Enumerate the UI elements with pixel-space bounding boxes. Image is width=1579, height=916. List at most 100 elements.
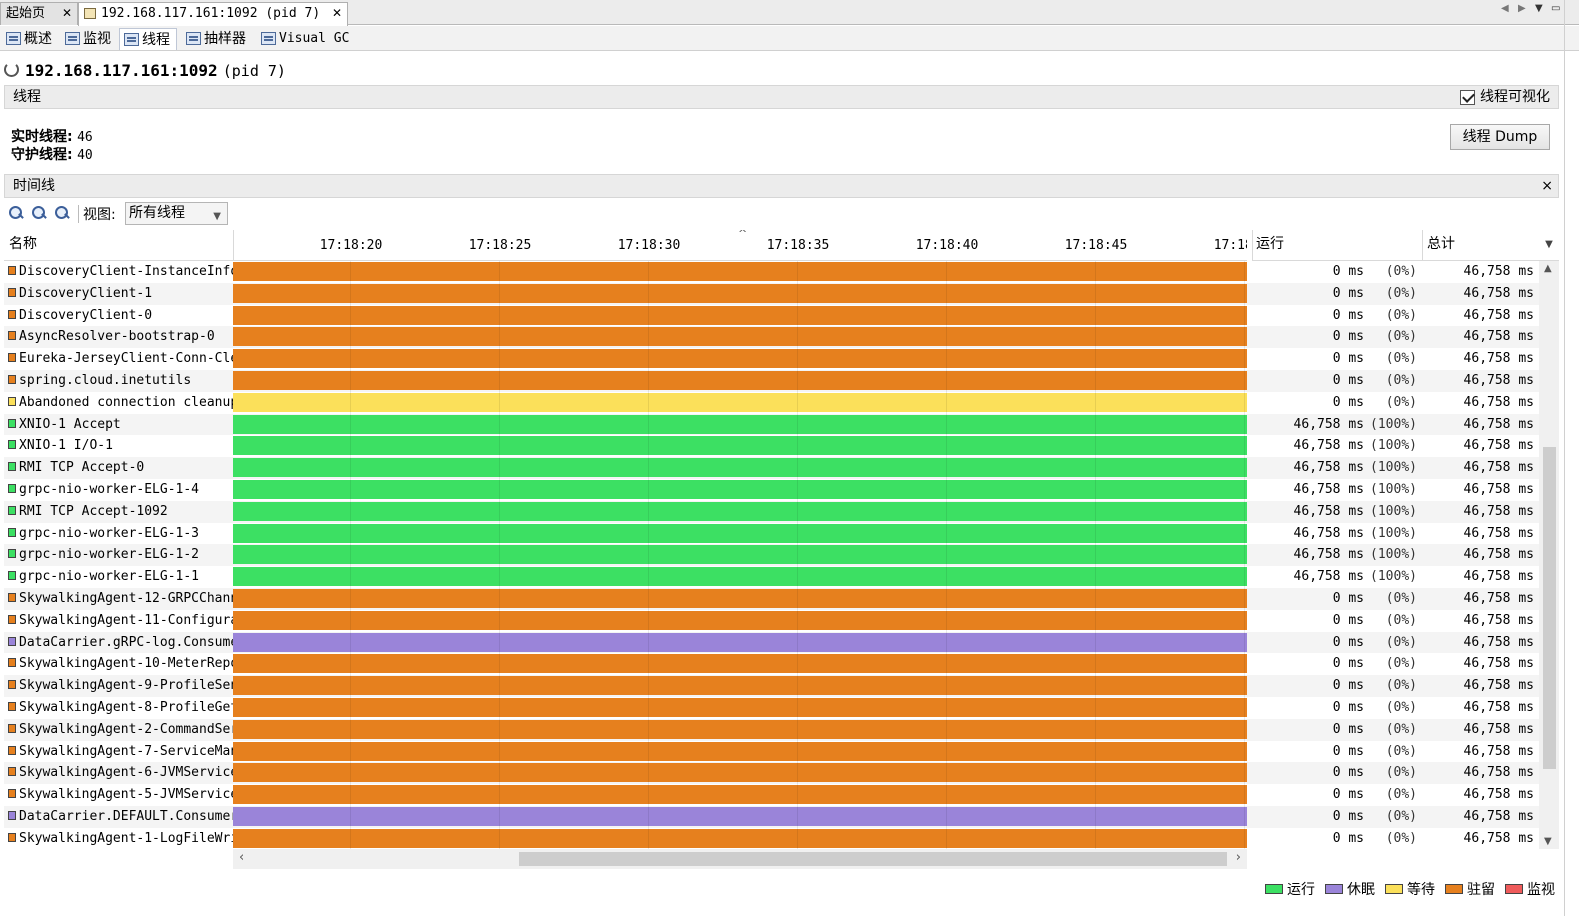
thread-state-icon [8,680,16,690]
thread-name: AsyncResolver-bootstrap-0 [4,326,233,348]
table-row[interactable]: Abandoned connection cleanup thread 0 ms (… [4,392,1539,414]
close-tab-icon[interactable]: ✕ [332,3,342,24]
thread-state-bar [233,436,1247,456]
table-row[interactable]: SkywalkingAgent-6-JVMService-consume 0 ms… [4,762,1539,785]
thread-name: SkywalkingAgent-9-ProfileSender [4,675,233,697]
refresh-spinner-icon [4,62,19,77]
table-row[interactable]: RMI TCP Accept-0 46,758 ms (100%) 46,758 ms [4,457,1539,479]
running-cell: 46,758 ms (100%) [1252,435,1422,457]
table-row[interactable]: SkywalkingAgent-2-CommandService 0 ms (0%)… [4,718,1539,741]
column-header-total[interactable]: 总计 [1422,230,1539,261]
table-row[interactable]: XNIO-1 Accept 46,758 ms (100%) 46,758 ms [4,413,1539,436]
table-row[interactable]: SkywalkingAgent-7-ServiceManagementClien… [4,741,1539,763]
table-row[interactable]: SkywalkingAgent-12-GRPCChannelManager 0 m… [4,588,1539,610]
host-address: 192.168.117.161:1092 [25,61,218,80]
scroll-down-icon[interactable]: ▼ [1544,836,1552,847]
table-row[interactable]: DiscoveryClient-0 0 ms (0%) 46,758 ms [4,305,1539,327]
total-time: 46,758 ms [1463,351,1534,367]
scroll-tabs-left-icon[interactable]: ◀ [1501,3,1509,14]
visualize-threads-checkbox[interactable]: 线程可视化 [1460,88,1550,107]
table-row[interactable]: SkywalkingAgent-11-ConfigurationDiscover… [4,610,1539,632]
table-row[interactable]: Eureka-JerseyClient-Conn-Cleaner 0 ms (0%)… [4,348,1539,370]
thread-state-bar [233,807,1247,826]
thread-name: spring.cloud.inetutils [4,370,233,392]
thread-state-bar [233,392,1247,412]
running-percent: (0%) [1385,264,1417,279]
running-time: 0 ms [1332,634,1364,650]
maximize-window-icon[interactable]: ▭ [1551,3,1560,14]
time-tick-label: 17:18:45 [1064,238,1128,253]
subtab-visual-gc[interactable]: Visual GC [257,28,355,50]
running-percent: (100%) [1370,525,1417,541]
thread-state-bar [233,610,1247,630]
thread-state-icon [8,658,16,668]
table-row[interactable]: SkywalkingAgent-5-JVMService-produce 0 ms… [4,784,1539,806]
column-header-timeline[interactable]: ^ 17:18:20 17:18:25 17:18:30 17:18:35 17:18:… [233,230,1247,261]
thread-name-text: RMI TCP Accept-0 [19,460,145,476]
subtab-overview[interactable]: 概述 [2,28,58,50]
subtab-monitor[interactable]: 监视 [61,28,117,50]
scroll-up-icon[interactable]: ▲ [1544,263,1552,274]
thread-name-text: SkywalkingAgent-10-MeterReportService [19,656,233,672]
close-icon[interactable]: × [1541,175,1553,197]
zoom-fit-icon[interactable] [55,206,69,220]
table-row[interactable]: XNIO-1 I/O-1 46,758 ms (100%) 46,758 ms [4,435,1539,457]
running-time: 0 ms [1332,329,1364,345]
total-time: 46,758 ms [1463,460,1534,476]
thread-state-bar [233,523,1247,543]
table-row[interactable]: DataCarrier.DEFAULT.Consumer 0 ms (0%) 46,7… [4,806,1539,828]
total-time: 46,758 ms [1463,285,1534,301]
table-row[interactable]: DiscoveryClient-InstanceInfoReplicator-0… [4,261,1539,283]
vertical-scrollbar[interactable]: ▲ ▼ [1539,261,1559,849]
time-tick-label: 17:18:30 [617,238,681,253]
total-time: 46,758 ms [1463,547,1534,563]
table-row[interactable]: spring.cloud.inetutils 0 ms (0%) 46,758 ms [4,370,1539,392]
horizontal-scrollbar[interactable]: ‹ › [233,849,1247,869]
thread-state-icon [8,767,16,777]
table-row[interactable]: SkywalkingAgent-8-ProfileGetter 0 ms (0%) 4… [4,697,1539,719]
thread-name-text: DataCarrier.DEFAULT.Consumer [19,809,233,824]
running-cell: 0 ms (0%) [1252,828,1422,849]
column-menu-icon[interactable]: ▼ [1539,230,1559,261]
scrollbar-thumb[interactable] [1543,447,1556,769]
legend-swatch [1385,884,1403,894]
thread-name: DiscoveryClient-InstanceInfoReplicator-0 [4,261,233,283]
thread-state-icon [8,331,16,341]
total-time: 46,758 ms [1463,569,1534,585]
view-select[interactable]: 所有线程 ▼ [125,202,228,225]
table-row[interactable]: grpc-nio-worker-ELG-1-3 46,758 ms (100%) 46… [4,523,1539,545]
tab-start-page[interactable]: 起始页 ✕ [0,2,78,25]
table-row[interactable]: grpc-nio-worker-ELG-1-1 46,758 ms (100%) 46… [4,566,1539,588]
zoom-in-icon[interactable] [9,206,23,220]
subtab-threads[interactable]: 线程 [119,28,177,50]
subtab-label: Visual GC [279,31,350,46]
thread-state-bar [233,698,1247,717]
table-row[interactable]: SkywalkingAgent-10-MeterReportService 0 m… [4,653,1539,675]
table-row[interactable]: DataCarrier.gRPC-log.Consumer 0 ms (0%) 46,… [4,631,1539,654]
subtab-sampler[interactable]: 抽样器 [182,28,252,50]
table-row[interactable]: grpc-nio-worker-ELG-1-4 46,758 ms (100%) 46… [4,479,1539,501]
running-percent: (0%) [1385,809,1417,824]
tab-jvm-connection[interactable]: 192.168.117.161:1092 (pid 7) ✕ [78,2,348,26]
column-header-running[interactable]: 运行 [1252,230,1422,261]
tab-list-dropdown-icon[interactable]: ▼ [1535,3,1543,14]
running-time: 0 ms [1332,765,1364,781]
table-row[interactable]: grpc-nio-worker-ELG-1-2 46,758 ms (100%) 46… [4,544,1539,567]
scrollbar-thumb[interactable] [519,852,1227,866]
scroll-left-icon[interactable]: ‹ [239,850,244,865]
table-row[interactable]: SkywalkingAgent-9-ProfileSender 0 ms (0%) 4… [4,675,1539,697]
thread-state-bar [233,283,1247,303]
table-row[interactable]: AsyncResolver-bootstrap-0 0 ms (0%) 46,758 … [4,326,1539,349]
thread-dump-button[interactable]: 线程 Dump [1450,124,1550,150]
zoom-out-icon[interactable] [32,206,46,220]
close-tab-icon[interactable]: ✕ [62,3,72,24]
table-row[interactable]: SkywalkingAgent-1-LogFileWriter 0 ms (0%) 4… [4,828,1539,849]
scroll-tabs-right-icon[interactable]: ▶ [1518,3,1526,14]
running-percent: (0%) [1385,307,1417,323]
table-row[interactable]: DiscoveryClient-1 0 ms (0%) 46,758 ms [4,282,1539,305]
scroll-right-icon[interactable]: › [1236,850,1241,865]
table-row[interactable]: RMI TCP Accept-1092 46,758 ms (100%) 46,758… [4,500,1539,523]
running-cell: 0 ms (0%) [1252,697,1422,719]
column-header-name[interactable]: 名称 [4,230,233,261]
threads-icon [124,33,139,46]
